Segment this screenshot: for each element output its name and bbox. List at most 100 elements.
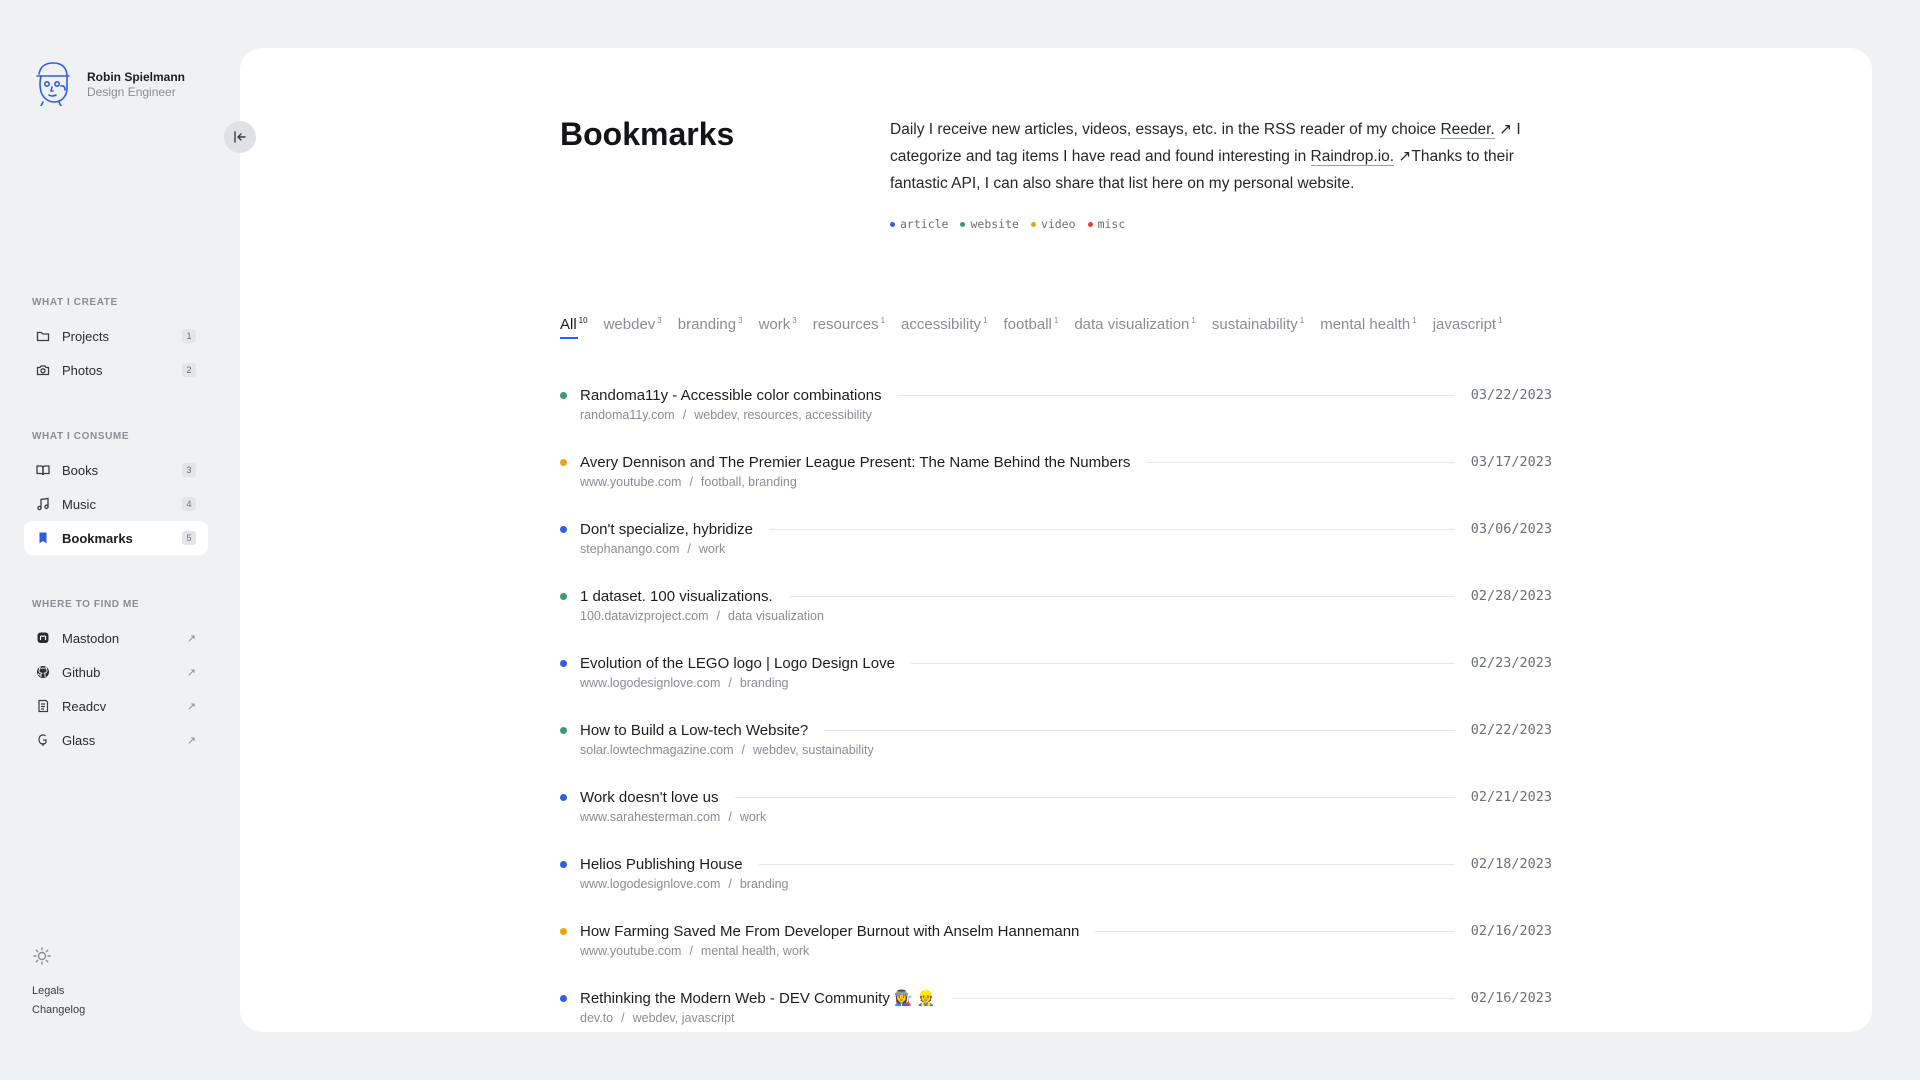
tab-work[interactable]: work 3 bbox=[759, 316, 797, 339]
book-icon bbox=[36, 463, 50, 477]
tab-webdev[interactable]: webdev 3 bbox=[604, 316, 662, 339]
tab-label: accessibility bbox=[901, 316, 982, 333]
music-note-icon bbox=[36, 497, 50, 511]
intro-part: Daily I receive new articles, videos, es… bbox=[890, 121, 1441, 138]
bookmark-title[interactable]: Work doesn't love us bbox=[580, 789, 719, 806]
sidebar-item-glass[interactable]: Glass ↗ bbox=[24, 723, 208, 757]
bookmark-meta: www.logodesignlove.com / branding bbox=[580, 877, 789, 891]
raindrop-link[interactable]: Raindrop.io. bbox=[1310, 148, 1395, 166]
sidebar-item-readcv[interactable]: Readcv ↗ bbox=[24, 689, 208, 723]
type-dot bbox=[560, 593, 567, 600]
bookmark-date: 02/23/2023 bbox=[1470, 655, 1552, 671]
bookmark-header: Rethinking the Modern Web - DEV Communit… bbox=[580, 987, 1552, 1009]
bookmark-tags: mental health, work bbox=[700, 944, 810, 958]
tab-count: 1 bbox=[983, 316, 988, 325]
legend-dot bbox=[960, 221, 966, 227]
theme-toggle-button[interactable] bbox=[32, 946, 52, 971]
bookmark-title[interactable]: Rethinking the Modern Web - DEV Communit… bbox=[580, 989, 936, 1007]
bookmark-header: Helios Publishing House 02/18/2023 bbox=[580, 853, 1552, 875]
bookmark-title[interactable]: Evolution of the LEGO logo | Logo Design… bbox=[580, 655, 895, 672]
tab-javascript[interactable]: javascript 1 bbox=[1433, 316, 1503, 339]
glass-icon bbox=[36, 733, 50, 747]
bookmark-header: How Farming Saved Me From Developer Burn… bbox=[580, 920, 1552, 942]
bookmark-item[interactable]: Work doesn't love us 02/21/2023 www.sarahe… bbox=[560, 786, 1552, 853]
sidebar-item-books[interactable]: Books 3 bbox=[24, 453, 208, 487]
section-title-consume: WHAT I CONSUME bbox=[32, 431, 130, 442]
reeder-link[interactable]: Reeder. bbox=[1440, 121, 1495, 139]
bookmark-meta: 100.datavizproject.com / data visualizatio… bbox=[580, 609, 824, 623]
github-icon bbox=[36, 665, 50, 679]
sidebar-item-projects[interactable]: Projects 1 bbox=[24, 319, 208, 353]
sidebar-item-music[interactable]: Music 4 bbox=[24, 487, 208, 521]
tab-all[interactable]: All 10 bbox=[560, 316, 588, 339]
external-link-icon: ↗ bbox=[186, 632, 196, 645]
bookmark-item[interactable]: Don't specialize, hybridize 03/06/2023 ste… bbox=[560, 518, 1552, 585]
bookmark-item[interactable]: How to Build a Low-tech Website? 02/22/20… bbox=[560, 719, 1552, 786]
tab-sustainability[interactable]: sustainability 1 bbox=[1212, 316, 1304, 339]
sidebar-item-label: Mastodon bbox=[62, 630, 120, 646]
bookmark-title[interactable]: Don't specialize, hybridize bbox=[580, 521, 753, 538]
legals-link[interactable]: Legals bbox=[32, 982, 85, 1001]
bookmark-item[interactable]: Rethinking the Modern Web - DEV Communit… bbox=[560, 987, 1552, 1032]
bookmark-header: Evolution of the LEGO logo | Logo Design… bbox=[580, 652, 1552, 674]
bookmark-domain: randoma11y.com bbox=[580, 408, 675, 422]
sidebar-item-label: Github bbox=[62, 664, 101, 680]
tab-label: resources bbox=[812, 316, 879, 333]
bookmark-item[interactable]: Avery Dennison and The Premier League Pr… bbox=[560, 451, 1552, 518]
tab-branding[interactable]: branding 3 bbox=[678, 316, 743, 339]
bookmark-item[interactable]: Evolution of the LEGO logo | Logo Design… bbox=[560, 652, 1552, 719]
tab-data-visualization[interactable]: data visualization 1 bbox=[1074, 316, 1196, 339]
sidebar-item-bookmarks[interactable]: Bookmarks 5 bbox=[24, 521, 208, 555]
sidebar-item-photos[interactable]: Photos 2 bbox=[24, 353, 208, 387]
bookmark-domain: solar.lowtechmagazine.com bbox=[580, 743, 734, 757]
type-dot bbox=[560, 995, 567, 1002]
tab-mental-health[interactable]: mental health 1 bbox=[1320, 316, 1417, 339]
collapse-left-icon bbox=[234, 131, 246, 143]
count-badge: 2 bbox=[182, 363, 196, 377]
bookmark-meta: solar.lowtechmagazine.com / webdev, sustai… bbox=[580, 743, 874, 757]
bookmark-list: Randoma11y - Accessible color combinatio… bbox=[560, 384, 1552, 1032]
count-badge: 3 bbox=[182, 463, 196, 477]
legend-label: article bbox=[900, 217, 949, 231]
tab-count: 3 bbox=[738, 316, 743, 325]
changelog-link[interactable]: Changelog bbox=[32, 1001, 85, 1020]
sidebar-item-mastodon[interactable]: Mastodon ↗ bbox=[24, 621, 208, 655]
divider-line bbox=[1095, 930, 1455, 932]
bookmark-date: 02/16/2023 bbox=[1470, 923, 1552, 939]
external-link-icon: ↗ bbox=[186, 700, 196, 713]
tab-accessibility[interactable]: accessibility 1 bbox=[901, 316, 987, 339]
bookmark-title[interactable]: How Farming Saved Me From Developer Burn… bbox=[580, 923, 1079, 940]
divider-line bbox=[768, 528, 1455, 530]
bookmark-title[interactable]: 1 dataset. 100 visualizations. bbox=[580, 588, 773, 605]
avatar-illustration-icon bbox=[36, 62, 70, 106]
external-link-icon: ↗ bbox=[1494, 121, 1513, 138]
divider-line bbox=[951, 997, 1455, 999]
bookmark-item[interactable]: 1 dataset. 100 visualizations. 02/28/2023… bbox=[560, 585, 1552, 652]
type-dot bbox=[560, 392, 567, 399]
tab-football[interactable]: football 1 bbox=[1004, 316, 1059, 339]
bookmark-title[interactable]: Helios Publishing House bbox=[580, 856, 743, 873]
readcv-icon bbox=[36, 699, 50, 713]
profile[interactable]: Robin Spielmann Design Engineer bbox=[31, 60, 185, 106]
bookmark-item[interactable]: Helios Publishing House 02/18/2023 www.log… bbox=[560, 853, 1552, 920]
section-title-find: WHERE TO FIND ME bbox=[32, 599, 140, 610]
profile-role: Design Engineer bbox=[87, 85, 176, 99]
sidebar-item-github[interactable]: Github ↗ bbox=[24, 655, 208, 689]
bookmark-title[interactable]: Randoma11y - Accessible color combinatio… bbox=[580, 387, 882, 404]
bookmark-item[interactable]: How Farming Saved Me From Developer Burn… bbox=[560, 920, 1552, 987]
collapse-sidebar-button[interactable] bbox=[224, 121, 256, 153]
bookmark-title[interactable]: Avery Dennison and The Premier League Pr… bbox=[580, 454, 1130, 471]
external-link-icon: ↗ bbox=[186, 666, 196, 679]
bookmark-date: 02/16/2023 bbox=[1470, 990, 1552, 1006]
tab-label: football bbox=[1003, 316, 1052, 333]
tab-resources[interactable]: resources 1 bbox=[813, 316, 885, 339]
tab-label: webdev bbox=[603, 316, 656, 333]
bookmark-item[interactable]: Randoma11y - Accessible color combinatio… bbox=[560, 384, 1552, 451]
bookmark-header: Don't specialize, hybridize 03/06/2023 bbox=[580, 518, 1552, 540]
bookmark-title[interactable]: How to Build a Low-tech Website? bbox=[580, 722, 808, 739]
bookmark-date: 02/18/2023 bbox=[1470, 856, 1552, 872]
count-badge: 4 bbox=[182, 497, 196, 511]
divider-line bbox=[897, 394, 1455, 396]
bookmark-tags: work bbox=[739, 810, 767, 824]
tab-label: javascript bbox=[1432, 316, 1497, 333]
